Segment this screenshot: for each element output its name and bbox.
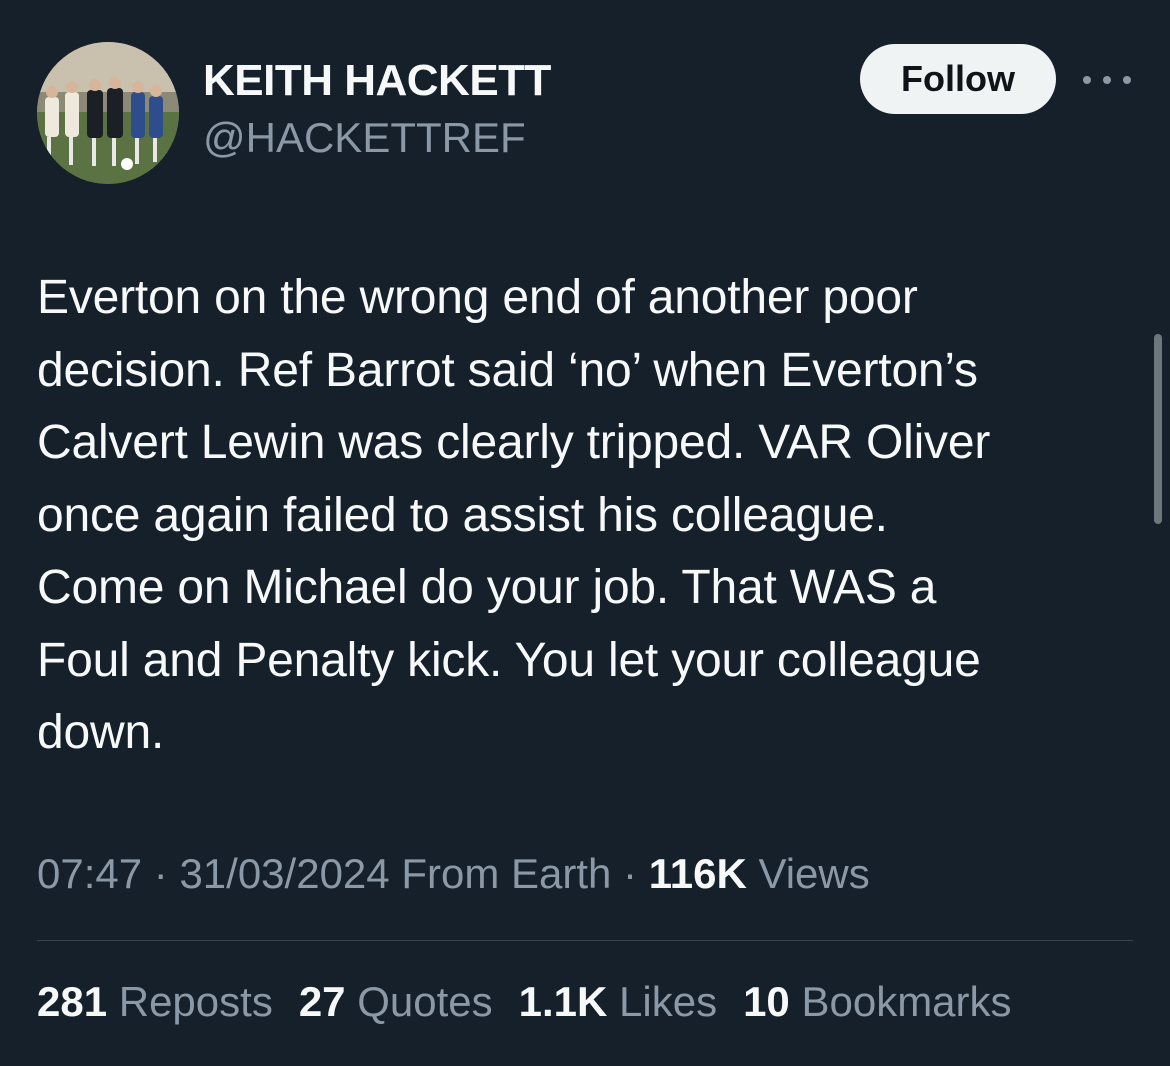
divider (37, 940, 1133, 941)
stat-label: Bookmarks (789, 978, 1012, 1025)
views-label: Views (746, 850, 870, 897)
quotes-stat[interactable]: 27 Quotes (299, 978, 493, 1026)
dot-icon (1123, 76, 1131, 84)
bookmarks-stat[interactable]: 10 Bookmarks (743, 978, 1011, 1026)
stat-count: 1.1K (518, 978, 608, 1025)
likes-stat[interactable]: 1.1K Likes (519, 978, 717, 1026)
tweet-time[interactable]: 07:47 (37, 850, 142, 897)
author-display-name[interactable]: KEITH HACKETT (203, 56, 551, 106)
referee-photo-avatar (37, 42, 179, 184)
avatar[interactable] (37, 42, 179, 184)
stat-label: Likes (607, 978, 718, 1025)
author-handle[interactable]: @HACKETTREF (203, 114, 526, 162)
dot-icon (1103, 76, 1111, 84)
tweet-metadata: 07:47 · 31/03/2024 From Earth · 116K Vie… (37, 850, 870, 898)
separator: · (142, 850, 180, 897)
separator: · (611, 850, 649, 897)
stat-label: Quotes (345, 978, 493, 1025)
views-count: 116K (648, 850, 747, 897)
more-horizontal-icon[interactable] (1083, 64, 1131, 96)
tweet-date[interactable]: 31/03/2024 (179, 850, 389, 897)
stat-count: 27 (298, 978, 346, 1025)
tweet-text: Everton on the wrong end of another poor… (37, 271, 991, 759)
tweet-source: From Earth (389, 850, 612, 897)
stat-count: 10 (743, 978, 790, 1025)
reposts-stat[interactable]: 281 Reposts (37, 978, 273, 1026)
dot-icon (1083, 76, 1091, 84)
follow-button[interactable]: Follow (860, 44, 1056, 114)
engagement-stats: 281 Reposts 27 Quotes 1.1K Likes 10 Book… (37, 978, 1012, 1026)
scrollbar[interactable] (1154, 334, 1162, 524)
stat-label: Reposts (107, 978, 273, 1025)
stat-count: 281 (37, 978, 108, 1025)
